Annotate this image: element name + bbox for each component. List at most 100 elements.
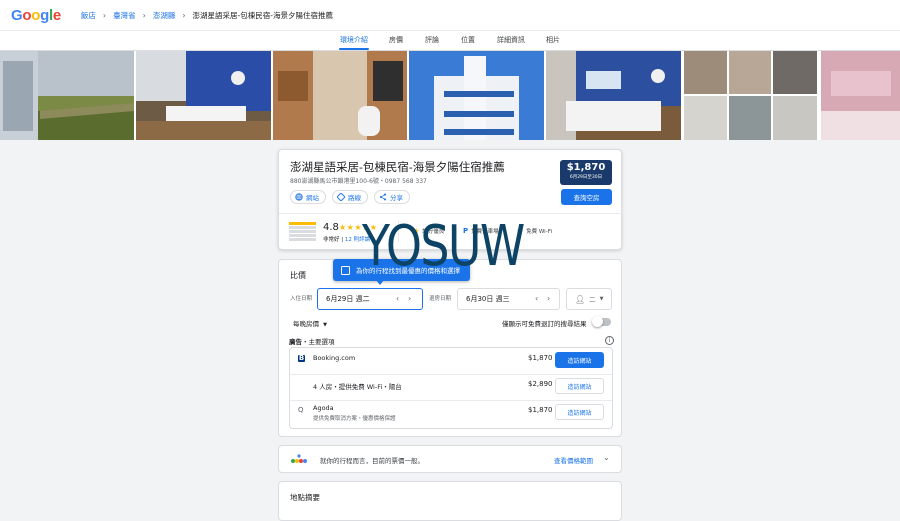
photo-bathroom[interactable] <box>273 51 407 140</box>
breadcrumb-current: 澎湖星語采居-包棟民宿-海景夕陽住宿推薦 <box>192 10 333 20</box>
chevron-right-icon[interactable]: › <box>547 294 550 303</box>
breadcrumb-hotels[interactable]: 飯店 <box>81 10 96 21</box>
offer-row: 4 人房・提供免費 Wi-Fi・陽台 $2,890 造訪網站 <box>290 374 612 400</box>
guest-selector[interactable]: 👤︎ 二 ▼ <box>566 288 612 310</box>
price-insight-icon <box>291 454 307 463</box>
rating-histogram <box>289 222 316 242</box>
breadcrumb-county[interactable]: 澎湖縣 <box>153 10 176 21</box>
tooltip-arrow <box>376 280 384 285</box>
offer-row: Q Agoda 提供免費取消方案・優惠價格保證 $1,870 造訪網站 <box>290 400 612 426</box>
dropdown-arrow-icon: ▼ <box>599 296 604 302</box>
photo-building[interactable] <box>409 51 544 140</box>
tab-prices[interactable]: 房價 <box>389 35 403 45</box>
watermark-overlay: YOSUW <box>362 214 525 279</box>
offer-list: B Booking.com $1,870 造訪網站 4 人房・提供免費 Wi-F… <box>289 347 613 429</box>
location-summary-title: 地點摘要 <box>290 493 320 502</box>
website-label: 網站 <box>306 194 319 202</box>
visit-site-button[interactable]: 造訪網站 <box>555 378 604 394</box>
booking-logo-icon: B <box>298 354 305 362</box>
directions-icon <box>336 192 346 202</box>
free-cancel-toggle-label: 僅顯示可免費退訂的搜尋結果 <box>502 320 587 328</box>
offer-desc: 提供免費取消方案・優惠價格保證 <box>313 416 396 422</box>
price-dates: 6月29日至30日 <box>569 175 603 180</box>
agoda-logo-icon: Q <box>298 406 304 414</box>
section-tabs: 環境介紹 房價 評論 位置 詳細資訊 相片 <box>0 31 900 51</box>
nightly-label: 每晚房價 <box>293 320 319 328</box>
info-icon[interactable]: i <box>605 336 614 345</box>
price-badge: $1,870 6月29日至30日 <box>560 160 612 185</box>
breadcrumb: 飯店 › 臺灣省 › 澎湖縣 › 澎湖星語采居-包棟民宿-海景夕陽住宿推薦 <box>81 10 333 21</box>
checkin-date-value: 6月29日 週二 <box>326 295 370 303</box>
tab-reviews[interactable]: 評論 <box>425 35 439 45</box>
location-summary-card: 地點摘要 <box>278 481 622 521</box>
photo-gallery <box>0 51 900 140</box>
photo-thumb-room[interactable] <box>729 51 771 94</box>
breadcrumb-province[interactable]: 臺灣省 <box>113 10 136 21</box>
guest-count: 二 <box>589 296 596 304</box>
tab-location[interactable]: 位置 <box>461 35 475 45</box>
ads-label: 廣告・主要選項 <box>289 336 335 346</box>
view-price-range-link[interactable]: 查看價格範圍 <box>554 455 593 465</box>
chevron-right-icon: › <box>182 10 186 20</box>
checkout-label: 退房日期 <box>429 296 452 302</box>
offer-desc: 4 人房・提供免費 Wi-Fi・陽台 <box>313 383 402 391</box>
visit-site-button[interactable]: 造訪網站 <box>555 352 604 368</box>
chevron-right-icon[interactable]: › <box>408 294 411 303</box>
checkin-date-field[interactable]: 6月29日 週二 ‹ › <box>317 288 423 310</box>
chevron-left-icon[interactable]: ‹ <box>396 294 399 303</box>
photo-thumb-corner[interactable] <box>773 51 817 94</box>
photo-kids-room[interactable] <box>821 51 900 140</box>
price-insight-text: 就你的行程而言，目前的票價一般。 <box>320 457 424 465</box>
tab-details[interactable]: 詳細資訊 <box>497 35 525 45</box>
active-tab-indicator <box>339 48 369 50</box>
photo-bedroom-wall[interactable] <box>546 51 681 140</box>
photo-thumb-bed[interactable] <box>684 96 727 140</box>
price-insight-card: 就你的行程而言，目前的票價一般。 查看價格範圍 ⌄ <box>278 445 622 473</box>
ad-label-text: ・主要選項 <box>302 338 335 346</box>
checkout-date-field[interactable]: 6月30日 週三 ‹ › <box>457 288 560 310</box>
hotel-name: 澎湖星語采居-包棟民宿-海景夕陽住宿推薦 <box>290 160 505 174</box>
share-icon <box>379 193 387 201</box>
ad-prefix: 廣告 <box>289 338 302 346</box>
rating-text: 非常好 <box>323 237 340 243</box>
directions-button[interactable]: 路線 <box>332 190 368 204</box>
chevron-down-icon[interactable]: ⌄ <box>603 453 610 462</box>
offer-price: $1,870 <box>528 354 553 362</box>
nightly-price-dropdown[interactable]: 每晚房價 ▼ <box>293 318 327 328</box>
photo-thumb-bath[interactable] <box>773 96 817 140</box>
chevron-right-icon: › <box>142 10 146 20</box>
directions-label: 路線 <box>348 194 361 202</box>
chevron-left-icon[interactable]: ‹ <box>535 294 538 303</box>
person-icon: 👤︎ <box>575 294 586 304</box>
offer-name: Agoda <box>313 404 334 412</box>
free-cancel-toggle[interactable] <box>592 316 611 327</box>
share-label: 分享 <box>390 194 403 202</box>
chevron-right-icon: › <box>102 10 107 20</box>
dropdown-arrow-icon: ▼ <box>323 322 327 328</box>
offer-price: $1,870 <box>528 406 553 414</box>
price-comparison-card: 比價 為你的行程找到最優惠的價格和選擇 入住日期 6月29日 週二 ‹ › 退房… <box>278 259 622 437</box>
offer-price: $2,890 <box>528 380 553 388</box>
price-value: $1,870 <box>566 162 606 173</box>
tab-overview[interactable]: 環境介紹 <box>340 35 368 45</box>
photo-bedroom-blue[interactable] <box>136 51 271 140</box>
calendar-icon <box>341 265 350 275</box>
offer-name: Booking.com <box>313 354 356 362</box>
globe-icon <box>295 193 303 201</box>
pricing-title: 比價 <box>290 271 306 280</box>
visit-site-button[interactable]: 造訪網站 <box>555 404 604 420</box>
offer-row: B Booking.com $1,870 造訪網站 <box>290 348 612 374</box>
photo-thumb-window[interactable] <box>729 96 771 140</box>
tab-photos[interactable]: 相片 <box>546 35 560 45</box>
hotel-address: 880澎湖縣馬公市鎖港里100-6號・0987 568 337 <box>290 178 427 185</box>
photo-exterior-field[interactable] <box>0 51 134 140</box>
check-availability-button[interactable]: 查詢空房 <box>561 189 612 205</box>
website-button[interactable]: 網站 <box>290 190 326 204</box>
top-bar: Google 飯店 › 臺灣省 › 澎湖縣 › 澎湖星語采居-包棟民宿-海景夕陽… <box>0 0 900 31</box>
checkin-label: 入住日期 <box>290 296 313 302</box>
photo-thumb-bedroom[interactable] <box>684 51 727 94</box>
rating-score: 4.8 <box>323 222 339 233</box>
amenity-label: 免費 Wi-Fi <box>526 229 552 235</box>
google-logo[interactable]: Google <box>11 7 61 24</box>
share-button[interactable]: 分享 <box>374 190 410 204</box>
